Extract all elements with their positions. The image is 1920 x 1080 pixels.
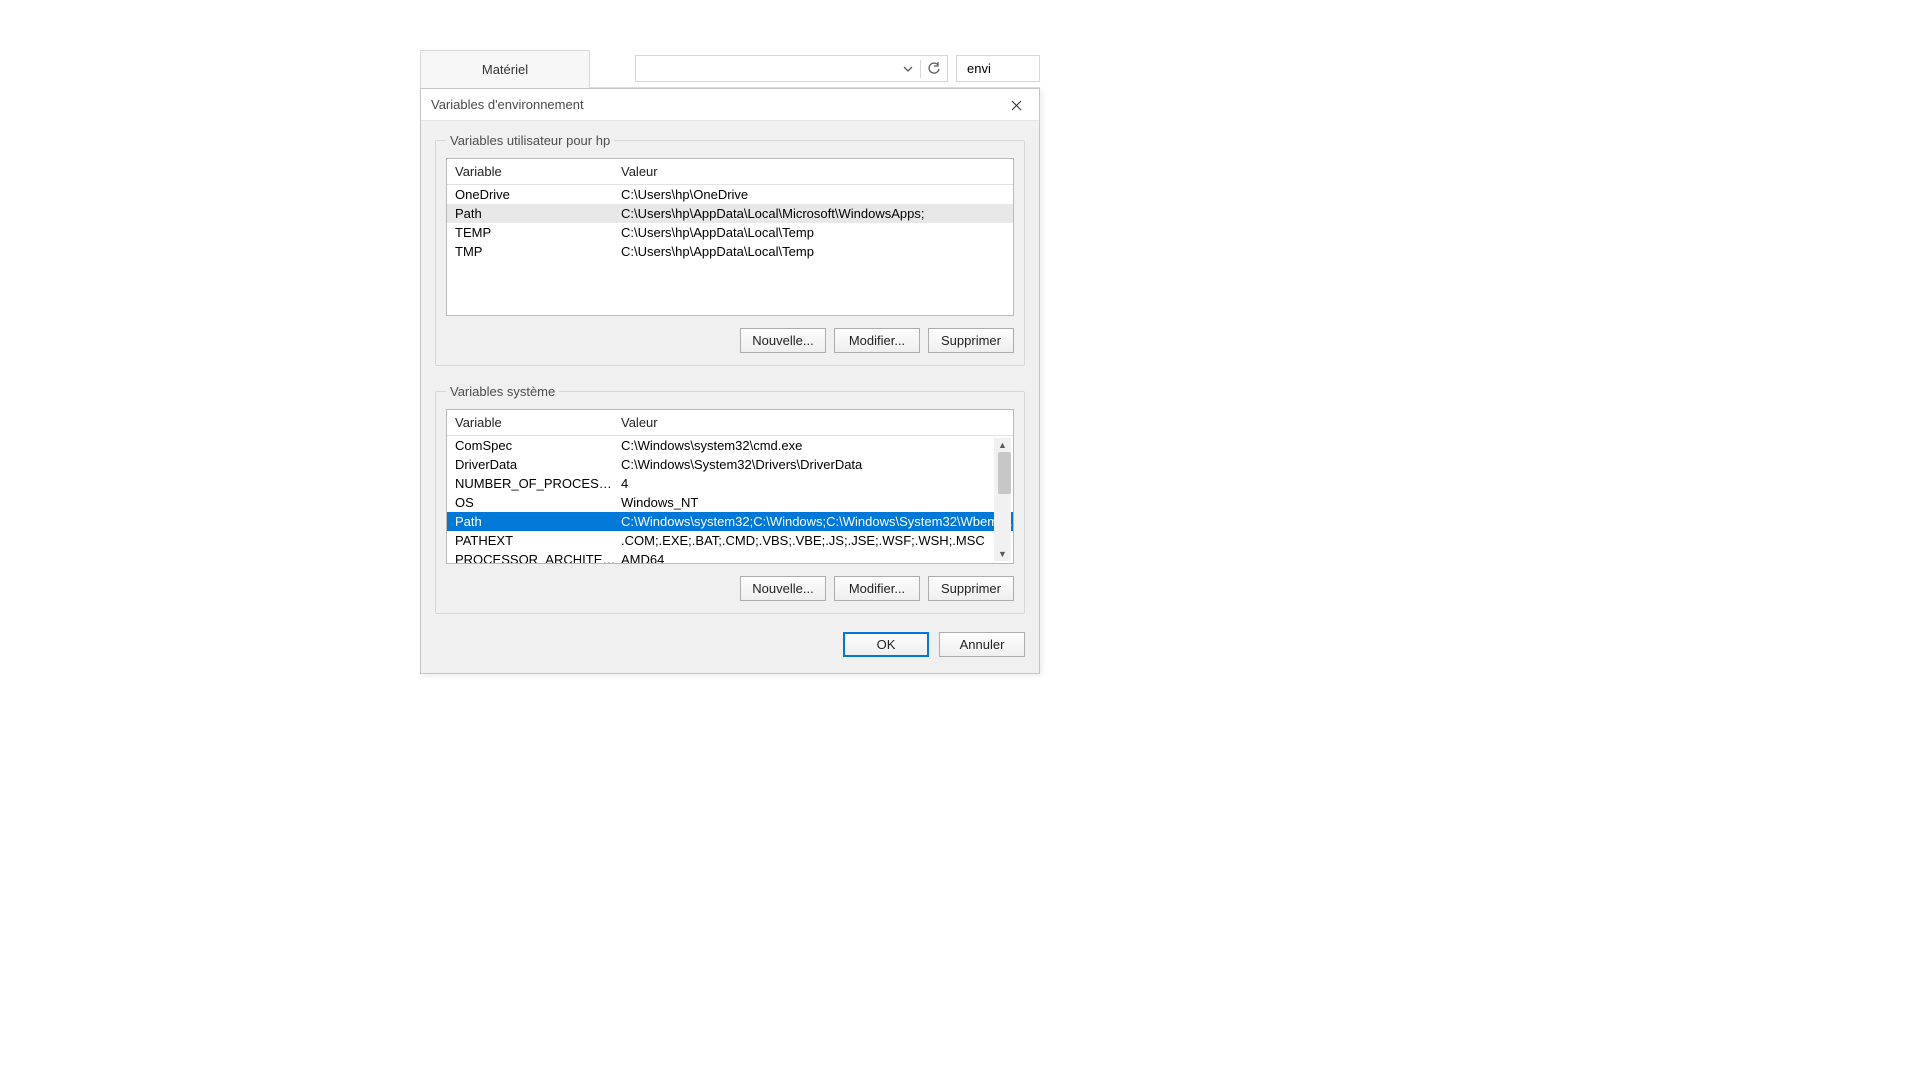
var-value: C:\Users\hp\AppData\Local\Temp [617, 225, 1013, 240]
table-row[interactable]: PathC:\Windows\system32;C:\Windows;C:\Wi… [447, 512, 1013, 531]
var-name: PATHEXT [447, 533, 617, 548]
var-name: TEMP [447, 225, 617, 240]
scroll-up-icon[interactable]: ▲ [996, 438, 1009, 452]
table-row[interactable]: TEMPC:\Users\hp\AppData\Local\Temp [447, 223, 1013, 242]
user-vars-legend: Variables utilisateur pour hp [446, 133, 614, 148]
system-vars-list[interactable]: Variable Valeur ComSpecC:\Windows\system… [446, 409, 1014, 564]
var-name: Path [447, 514, 617, 529]
list-header: Variable Valeur [447, 159, 1013, 185]
col-variable[interactable]: Variable [447, 415, 617, 430]
var-name: Path [447, 206, 617, 221]
table-row[interactable]: OneDriveC:\Users\hp\OneDrive [447, 185, 1013, 204]
system-vars-legend: Variables système [446, 384, 559, 399]
refresh-icon[interactable] [921, 56, 947, 81]
search-box[interactable] [956, 55, 1040, 82]
var-value: C:\Windows\System32\Drivers\DriverData [617, 457, 1013, 472]
var-name: DriverData [447, 457, 617, 472]
hardware-tab[interactable]: Matériel [420, 50, 590, 88]
col-value[interactable]: Valeur [617, 164, 1013, 179]
system-edit-button[interactable]: Modifier... [834, 576, 920, 601]
env-vars-dialog: Variables d'environnement Variables util… [420, 88, 1040, 674]
col-value[interactable]: Valeur [617, 415, 1013, 430]
table-row[interactable]: NUMBER_OF_PROCESSORS4 [447, 474, 1013, 493]
var-value: C:\Users\hp\OneDrive [617, 187, 1013, 202]
chevron-down-icon[interactable] [896, 56, 920, 81]
var-name: TMP [447, 244, 617, 259]
var-name: ComSpec [447, 438, 617, 453]
list-header: Variable Valeur [447, 410, 1013, 436]
scroll-thumb[interactable] [998, 452, 1011, 494]
var-value: 4 [617, 476, 1013, 491]
var-value: Windows_NT [617, 495, 1013, 510]
var-name: OneDrive [447, 187, 617, 202]
var-name: OS [447, 495, 617, 510]
user-delete-button[interactable]: Supprimer [928, 328, 1014, 353]
user-vars-list[interactable]: Variable Valeur OneDriveC:\Users\hp\OneD… [446, 158, 1014, 316]
var-value: AMD64 [617, 552, 1013, 564]
table-row[interactable]: OSWindows_NT [447, 493, 1013, 512]
user-edit-button[interactable]: Modifier... [834, 328, 920, 353]
table-row[interactable]: TMPC:\Users\hp\AppData\Local\Temp [447, 242, 1013, 261]
search-input[interactable] [965, 60, 1031, 77]
table-row[interactable]: DriverDataC:\Windows\System32\Drivers\Dr… [447, 455, 1013, 474]
table-row[interactable]: PathC:\Users\hp\AppData\Local\Microsoft\… [447, 204, 1013, 223]
ok-button[interactable]: OK [843, 632, 929, 657]
var-value: C:\Users\hp\AppData\Local\Temp [617, 244, 1013, 259]
user-vars-group: Variables utilisateur pour hp Variable V… [435, 133, 1025, 366]
var-value: C:\Users\hp\AppData\Local\Microsoft\Wind… [617, 206, 1013, 221]
table-row[interactable]: ComSpecC:\Windows\system32\cmd.exe [447, 436, 1013, 455]
address-combo[interactable] [635, 55, 948, 82]
dialog-title: Variables d'environnement [431, 97, 584, 112]
background-window-top: Matériel [420, 50, 1040, 88]
table-row[interactable]: PATHEXT.COM;.EXE;.BAT;.CMD;.VBS;.VBE;.JS… [447, 531, 1013, 550]
var-name: PROCESSOR_ARCHITECTURE [447, 552, 617, 564]
close-icon [1011, 100, 1022, 111]
table-row[interactable]: PROCESSOR_ARCHITECTUREAMD64 [447, 550, 1013, 564]
system-delete-button[interactable]: Supprimer [928, 576, 1014, 601]
system-vars-group: Variables système Variable Valeur ComSpe… [435, 384, 1025, 614]
cancel-button[interactable]: Annuler [939, 632, 1025, 657]
close-button[interactable] [994, 89, 1039, 121]
scroll-down-icon[interactable]: ▼ [996, 547, 1009, 561]
col-variable[interactable]: Variable [447, 164, 617, 179]
user-new-button[interactable]: Nouvelle... [740, 328, 826, 353]
var-name: NUMBER_OF_PROCESSORS [447, 476, 617, 491]
var-value: C:\Windows\system32;C:\Windows;C:\Window… [617, 514, 1013, 529]
system-new-button[interactable]: Nouvelle... [740, 576, 826, 601]
dialog-titlebar[interactable]: Variables d'environnement [421, 89, 1039, 121]
var-value: C:\Windows\system32\cmd.exe [617, 438, 1013, 453]
hardware-tab-label: Matériel [482, 62, 528, 77]
var-value: .COM;.EXE;.BAT;.CMD;.VBS;.VBE;.JS;.JSE;.… [617, 533, 1013, 548]
address-toolbar [590, 50, 1040, 88]
